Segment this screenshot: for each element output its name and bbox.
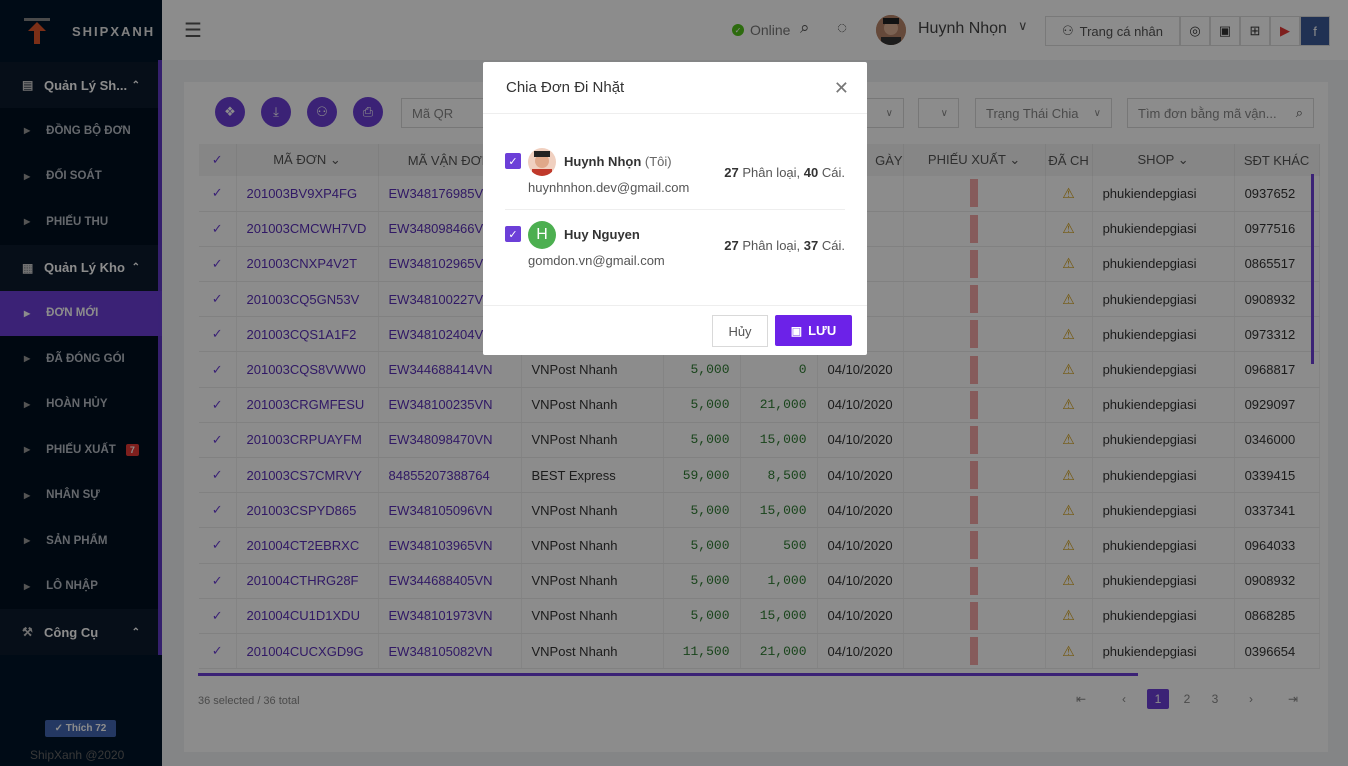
picker-checkbox[interactable]: ✓: [505, 226, 521, 242]
type-count: 27: [724, 165, 739, 180]
picker-checkbox[interactable]: ✓: [505, 153, 521, 169]
close-icon[interactable]: ✕: [834, 78, 849, 99]
divider: [505, 209, 845, 210]
picker-name: Huy Nguyen: [564, 227, 640, 242]
type-label: Phân loại,: [742, 165, 801, 180]
picker-stats: 27 Phân loại, 40 Cái.: [724, 165, 845, 180]
save-label: LƯU: [808, 323, 837, 338]
type-label: Phân loại,: [742, 238, 801, 253]
cancel-button[interactable]: Hủy: [712, 315, 768, 347]
picker-name-text: Huynh Nhọn: [564, 154, 642, 169]
avatar: [528, 148, 556, 176]
picker-stats: 27 Phân loại, 37 Cái.: [724, 238, 845, 253]
save-button[interactable]: ▣ LƯU: [775, 315, 852, 346]
type-count: 27: [724, 238, 739, 253]
picker-email: gomdon.vn@gmail.com: [528, 253, 665, 268]
divider: [483, 113, 867, 114]
split-orders-modal: Chia Đơn Đi Nhặt ✕ ✓ Huynh Nhọn (Tôi) hu…: [483, 62, 867, 355]
item-count: 40: [803, 165, 819, 180]
item-label: Cái.: [821, 238, 845, 253]
picker-email: huynhnhon.dev@gmail.com: [528, 180, 690, 195]
divider: [483, 305, 867, 306]
item-label: Cái.: [821, 165, 845, 180]
item-count: 37: [803, 238, 819, 253]
picker-name: Huynh Nhọn (Tôi): [564, 154, 672, 169]
save-icon: ▣: [790, 323, 803, 338]
self-tag: (Tôi): [644, 154, 672, 169]
avatar: H: [528, 221, 556, 249]
modal-title: Chia Đơn Đi Nhặt: [506, 79, 625, 96]
